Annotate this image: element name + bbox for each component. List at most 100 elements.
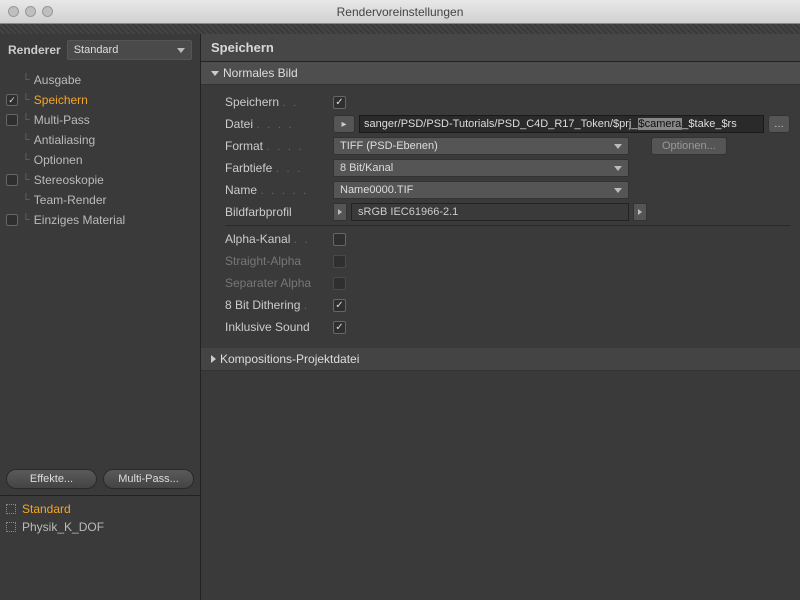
- tree-item-teamrender[interactable]: └ Team-Render: [0, 190, 200, 210]
- section-kompositions[interactable]: Kompositions-Projektdatei: [201, 348, 800, 371]
- sidebar: Renderer Standard └ Ausgabe └ Speichern …: [0, 34, 200, 600]
- checkbox-blank: [6, 154, 18, 166]
- checkbox-blank: [6, 74, 18, 86]
- field-label: Bildfarbprofil: [225, 205, 329, 219]
- row-name: Name . . . . . Name0000.TIF: [225, 179, 790, 201]
- alpha-checkbox[interactable]: [333, 233, 346, 246]
- tree-elbow-icon: └: [22, 134, 28, 146]
- chevron-down-icon: [614, 188, 622, 193]
- tree-label: Multi-Pass: [34, 113, 90, 127]
- field-label: Format . . . .: [225, 139, 329, 153]
- profile-next-button[interactable]: [633, 203, 647, 221]
- field-label: Speichern . .: [225, 95, 329, 109]
- panel-title: Speichern: [201, 34, 800, 62]
- chevron-down-icon: [614, 144, 622, 149]
- checkbox[interactable]: [6, 94, 18, 106]
- tree-label: Antialiasing: [34, 133, 95, 147]
- separate-alpha-checkbox: [333, 277, 346, 290]
- preset-list: Standard Physik_K_DOF: [0, 495, 200, 540]
- preset-label: Physik_K_DOF: [22, 520, 104, 534]
- preset-icon: [6, 504, 16, 514]
- tree-elbow-icon: └: [22, 94, 28, 106]
- browse-button[interactable]: …: [768, 115, 790, 133]
- row-datei: Datei . . . . ▸ sanger/PSD/PSD-Tutorials…: [225, 113, 790, 135]
- checkbox-blank: [6, 134, 18, 146]
- disclosure-right-icon: [211, 355, 216, 363]
- preset-icon: [6, 522, 16, 532]
- profile-picker-button[interactable]: [333, 203, 347, 221]
- tree-item-speichern[interactable]: └ Speichern: [0, 90, 200, 110]
- renderer-value: Standard: [74, 44, 119, 56]
- tree-label: Einziges Material: [34, 213, 125, 227]
- checkbox[interactable]: [6, 174, 18, 186]
- file-path-input[interactable]: sanger/PSD/PSD-Tutorials/PSD_C4D_R17_Tok…: [359, 115, 764, 133]
- straight-alpha-checkbox: [333, 255, 346, 268]
- row-alpha: Alpha-Kanal . .: [225, 228, 790, 250]
- tree-label: Speichern: [34, 93, 88, 107]
- renderer-label: Renderer: [8, 43, 61, 57]
- checkbox-blank: [6, 194, 18, 206]
- sound-checkbox[interactable]: [333, 321, 346, 334]
- tree-elbow-icon: └: [22, 154, 28, 166]
- tree-item-einziges-material[interactable]: └ Einziges Material: [0, 210, 200, 230]
- row-format: Format . . . . TIFF (PSD-Ebenen) Optione…: [225, 135, 790, 157]
- separator: [225, 225, 790, 226]
- preset-standard[interactable]: Standard: [0, 500, 200, 518]
- field-label: Separater Alpha: [225, 276, 329, 290]
- tree-item-multipass[interactable]: └ Multi-Pass: [0, 110, 200, 130]
- tree-elbow-icon: └: [22, 114, 28, 126]
- section-label: Kompositions-Projektdatei: [220, 352, 359, 366]
- tree-elbow-icon: └: [22, 74, 28, 86]
- field-label: Inklusive Sound: [225, 320, 329, 334]
- field-label: Alpha-Kanal . .: [225, 232, 329, 246]
- selected-token: $camera: [638, 118, 683, 130]
- titlebar: Rendervoreinstellungen: [0, 0, 800, 24]
- reveal-button[interactable]: ▸: [333, 115, 355, 133]
- dithering-checkbox[interactable]: [333, 299, 346, 312]
- tree-item-antialiasing[interactable]: └ Antialiasing: [0, 130, 200, 150]
- section-normales-bild[interactable]: Normales Bild: [201, 62, 800, 85]
- effects-button[interactable]: Effekte...: [6, 469, 97, 489]
- tree-label: Team-Render: [34, 193, 107, 207]
- multipass-button[interactable]: Multi-Pass...: [103, 469, 194, 489]
- row-bildfarbprofil: Bildfarbprofil sRGB IEC61966-2.1: [225, 201, 790, 223]
- row-farbtiefe: Farbtiefe . . . 8 Bit/Kanal: [225, 157, 790, 179]
- window-title: Rendervoreinstellungen: [0, 5, 800, 19]
- section-label: Normales Bild: [223, 66, 298, 80]
- row-speichern: Speichern . .: [225, 91, 790, 113]
- renderer-row: Renderer Standard: [0, 34, 200, 66]
- renderer-dropdown[interactable]: Standard: [67, 40, 192, 60]
- tree-item-stereoskopie[interactable]: └ Stereoskopie: [0, 170, 200, 190]
- tree-item-ausgabe[interactable]: └ Ausgabe: [0, 70, 200, 90]
- format-options-button[interactable]: Optionen...: [651, 137, 727, 155]
- chevron-down-icon: [177, 48, 185, 53]
- checkbox[interactable]: [6, 214, 18, 226]
- checkbox[interactable]: [6, 114, 18, 126]
- tree-item-optionen[interactable]: └ Optionen: [0, 150, 200, 170]
- tree-label: Stereoskopie: [34, 173, 104, 187]
- field-label: Straight-Alpha: [225, 254, 329, 268]
- color-profile-field[interactable]: sRGB IEC61966-2.1: [351, 203, 629, 221]
- row-separater-alpha: Separater Alpha: [225, 272, 790, 294]
- name-dropdown[interactable]: Name0000.TIF: [333, 181, 629, 199]
- tree-label: Ausgabe: [34, 73, 81, 87]
- tree-elbow-icon: └: [22, 214, 28, 226]
- preset-physik[interactable]: Physik_K_DOF: [0, 518, 200, 536]
- save-checkbox[interactable]: [333, 96, 346, 109]
- texture-strip: [0, 24, 800, 34]
- format-dropdown[interactable]: TIFF (PSD-Ebenen): [333, 137, 629, 155]
- field-label: Farbtiefe . . .: [225, 161, 329, 175]
- disclosure-down-icon: [211, 71, 219, 76]
- form-normales-bild: Speichern . . Datei . . . . ▸ sanger/PSD…: [201, 85, 800, 348]
- row-dithering: 8 Bit Dithering .: [225, 294, 790, 316]
- sidebar-buttons: Effekte... Multi-Pass...: [0, 463, 200, 495]
- settings-panel: Speichern Normales Bild Speichern . . Da…: [200, 34, 800, 600]
- tree-elbow-icon: └: [22, 194, 28, 206]
- chevron-down-icon: [614, 166, 622, 171]
- settings-tree: └ Ausgabe └ Speichern └ Multi-Pass └ Ant…: [0, 66, 200, 234]
- tree-label: Optionen: [34, 153, 83, 167]
- row-sound: Inklusive Sound: [225, 316, 790, 338]
- depth-dropdown[interactable]: 8 Bit/Kanal: [333, 159, 629, 177]
- tree-elbow-icon: └: [22, 174, 28, 186]
- row-straight-alpha: Straight-Alpha: [225, 250, 790, 272]
